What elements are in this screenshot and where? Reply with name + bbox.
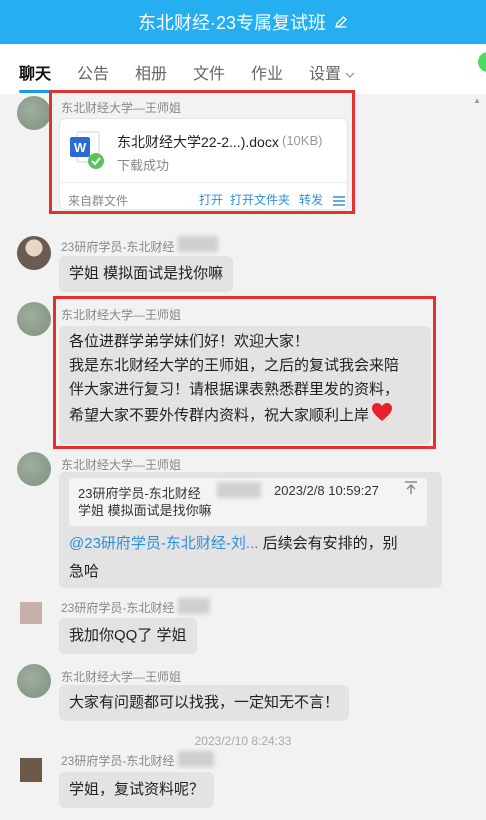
reply-text-line2: 急哈 xyxy=(69,563,100,580)
quoted-time: 2023/2/8 10:59:27 xyxy=(274,483,379,498)
message-bubble[interactable]: 大家有问题都可以找我，一定知无不言！ xyxy=(59,685,350,721)
message-bubble[interactable]: 我加你QQ了 学姐 xyxy=(59,618,197,654)
reply-text: 后续会有安排的，别 xyxy=(262,535,398,552)
reply-line: @23研府学员-东北财经-刘... 后续会有安排的，别 xyxy=(69,532,398,553)
redacted-patch xyxy=(178,598,210,614)
avatar[interactable] xyxy=(17,302,51,336)
timestamp: 2023/2/10 8:24:33 xyxy=(194,734,292,748)
jump-to-icon[interactable] xyxy=(404,481,418,500)
avatar[interactable] xyxy=(20,602,42,624)
tab-announcement[interactable]: 公告 xyxy=(77,60,109,84)
tab-homework[interactable]: 作业 xyxy=(251,60,283,84)
scroll-up-icon[interactable]: ▲ xyxy=(473,96,481,105)
avatar[interactable] xyxy=(17,236,51,270)
avatar[interactable] xyxy=(17,452,51,486)
avatar[interactable] xyxy=(17,664,51,698)
scrollbar[interactable]: ▲ xyxy=(473,96,481,516)
chevron-down-icon xyxy=(345,66,355,84)
tab-settings[interactable]: 设置 xyxy=(309,60,355,84)
active-tab-indicator xyxy=(19,90,51,93)
mention-link[interactable]: @23研府学员-东北财经-刘... xyxy=(69,535,258,552)
group-title: 东北财经·23专属复试班 xyxy=(137,13,326,33)
quoted-text: 学姐 模拟面试是找你嘛 xyxy=(78,503,212,518)
tab-bar: 聊天 公告 相册 文件 作业 设置 xyxy=(0,44,486,94)
sender-name: 23研府学员-东北财经 xyxy=(61,754,175,768)
redacted-patch xyxy=(178,751,214,767)
sender-name: 23研府学员-东北财经 xyxy=(61,601,175,615)
tab-files[interactable]: 文件 xyxy=(193,60,225,84)
edit-icon[interactable] xyxy=(334,15,348,29)
highlight-box xyxy=(49,90,355,214)
avatar[interactable] xyxy=(20,758,42,782)
title-bar: 东北财经·23专属复试班 xyxy=(0,0,486,44)
message-bubble[interactable]: 学姐，复试资料呢？ xyxy=(59,772,215,808)
sender-name: 东北财经大学—王师姐 xyxy=(61,458,182,472)
tab-album[interactable]: 相册 xyxy=(135,60,167,84)
redacted-patch xyxy=(178,236,218,252)
tab-chat[interactable]: 聊天 xyxy=(19,60,51,84)
highlight-box xyxy=(53,296,436,449)
redacted-patch xyxy=(217,482,261,498)
tab-settings-label: 设置 xyxy=(309,66,342,83)
sender-name: 东北财经大学—王师姐 xyxy=(61,670,182,684)
message-bubble[interactable]: 学姐 模拟面试是找你嘛 xyxy=(59,256,234,292)
sender-name: 23研府学员-东北财经 xyxy=(61,240,175,254)
avatar[interactable] xyxy=(17,96,51,130)
